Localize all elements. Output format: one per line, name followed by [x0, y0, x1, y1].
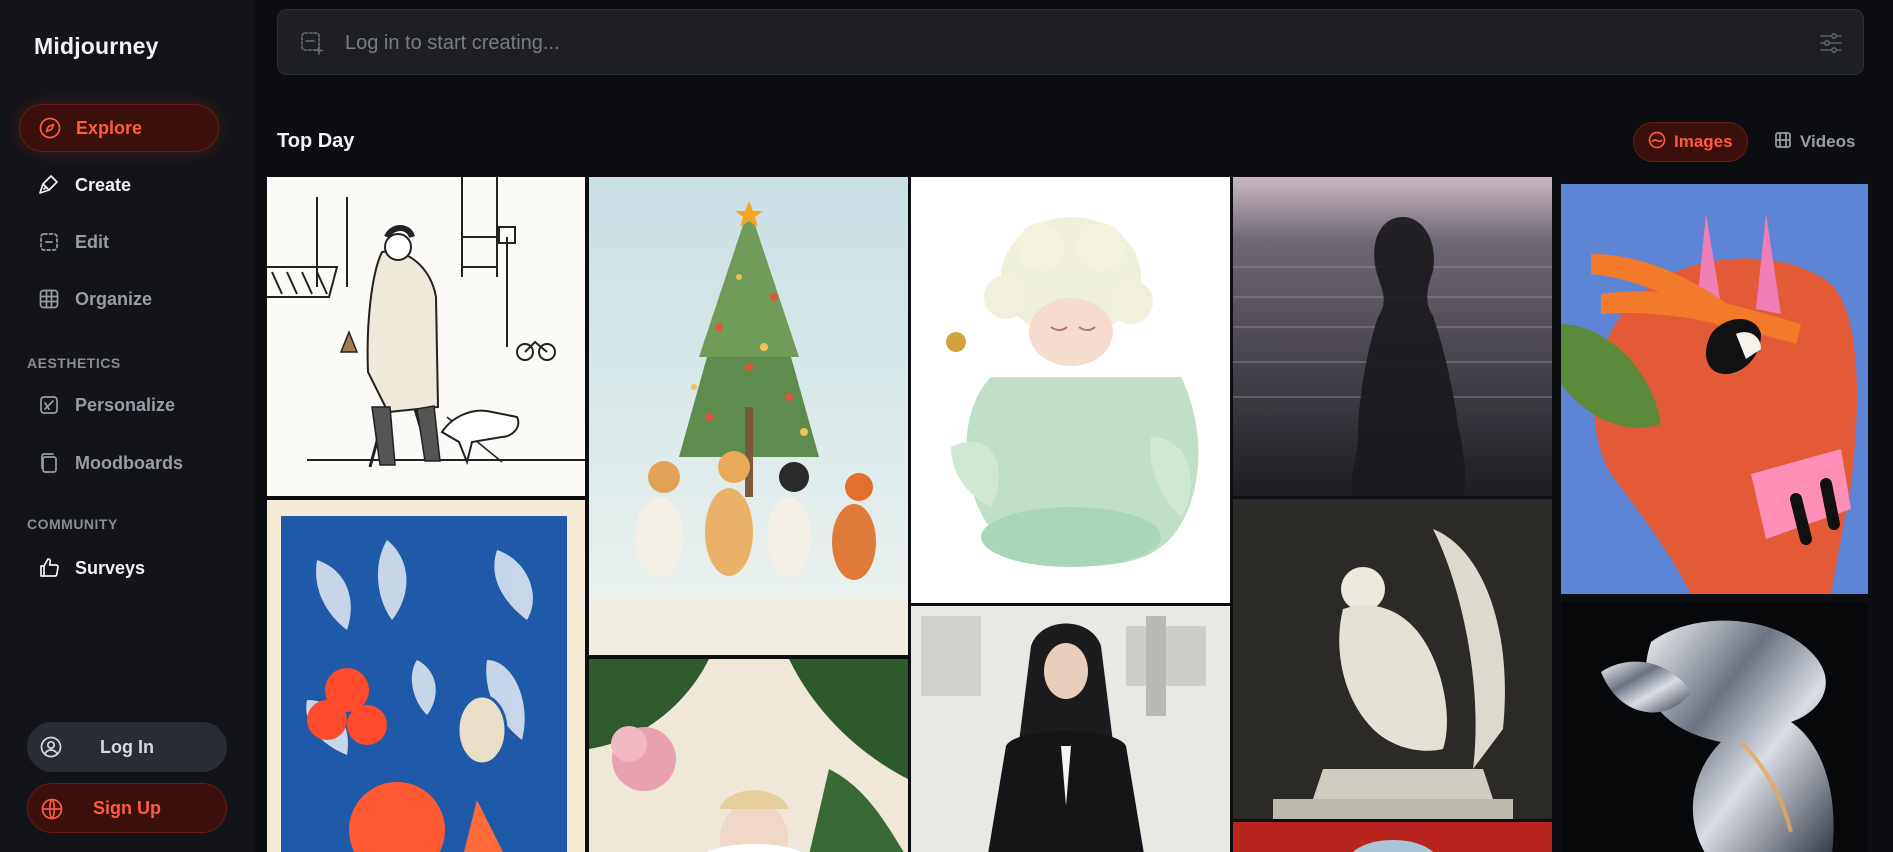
- gallery-image-woman-walking-dog[interactable]: [267, 177, 585, 496]
- gallery-image-chrome-sculpture[interactable]: [1561, 602, 1868, 852]
- gallery-image-angel-statue[interactable]: [1233, 499, 1552, 819]
- nav-moodboards-label: Moodboards: [75, 452, 183, 473]
- login-button[interactable]: Log In: [27, 722, 227, 772]
- images-toggle[interactable]: Images: [1633, 122, 1748, 162]
- nav-create[interactable]: Create: [19, 161, 219, 209]
- settings-sliders-icon[interactable]: [1818, 30, 1844, 56]
- gallery-image-silhouette-sea[interactable]: [1233, 177, 1552, 496]
- nav-moodboards[interactable]: Moodboards: [19, 439, 219, 487]
- nav-personalize-label: Personalize: [75, 394, 176, 415]
- signup-button[interactable]: Sign Up: [27, 783, 227, 833]
- aesthetics-section-label: AESTHETICS: [27, 355, 121, 371]
- nav-surveys[interactable]: Surveys: [19, 544, 219, 592]
- moodboard-icon: [37, 451, 61, 475]
- nav-edit[interactable]: Edit: [19, 218, 219, 266]
- nav-explore[interactable]: Explore: [19, 104, 219, 152]
- gallery-image-horse-painting[interactable]: [1561, 184, 1868, 594]
- video-grid-icon: [1774, 131, 1792, 154]
- palette-icon: [37, 393, 61, 417]
- image-add-icon[interactable]: [299, 30, 325, 56]
- nav-explore-label: Explore: [76, 117, 143, 138]
- videos-toggle[interactable]: Videos: [1760, 122, 1869, 162]
- nav-edit-label: Edit: [75, 231, 109, 252]
- edit-icon: [37, 230, 61, 254]
- grid-icon: [37, 287, 61, 311]
- videos-toggle-label: Videos: [1800, 132, 1856, 151]
- signup-label: Sign Up: [93, 797, 161, 818]
- community-section-label: COMMUNITY: [27, 516, 118, 532]
- user-circle-icon: [39, 735, 63, 759]
- app-root: Midjourney Explore Create Edit Organize: [0, 0, 1893, 852]
- gallery-image-woman-black-jacket[interactable]: [911, 606, 1230, 852]
- gallery-image-red-helmet[interactable]: [1233, 822, 1552, 852]
- image-icon: [1648, 131, 1666, 154]
- gallery-image-fruit-print[interactable]: [267, 500, 585, 852]
- login-label: Log In: [100, 736, 154, 757]
- prompt-placeholder: Log in to start creating...: [345, 32, 560, 54]
- sidebar: Midjourney Explore Create Edit Organize: [0, 0, 255, 852]
- nav-surveys-label: Surveys: [75, 557, 146, 578]
- gallery-image-christmas-tree-dogs[interactable]: [589, 177, 908, 655]
- globe-icon: [40, 797, 64, 821]
- nav-personalize[interactable]: Personalize: [19, 381, 219, 429]
- brand-logo[interactable]: Midjourney: [34, 33, 159, 60]
- gallery-title: Top Day: [277, 130, 355, 152]
- compass-icon: [38, 116, 62, 140]
- prompt-input[interactable]: Log in to start creating...: [277, 9, 1864, 75]
- nav-create-label: Create: [75, 174, 132, 195]
- images-toggle-label: Images: [1674, 132, 1733, 151]
- gallery-image-jade-figurine[interactable]: [911, 177, 1230, 603]
- brush-icon: [37, 173, 61, 197]
- nav-organize[interactable]: Organize: [19, 275, 219, 323]
- gallery-image-woman-plants[interactable]: [589, 659, 908, 852]
- thumbs-up-icon: [37, 556, 61, 580]
- nav-organize-label: Organize: [75, 288, 153, 309]
